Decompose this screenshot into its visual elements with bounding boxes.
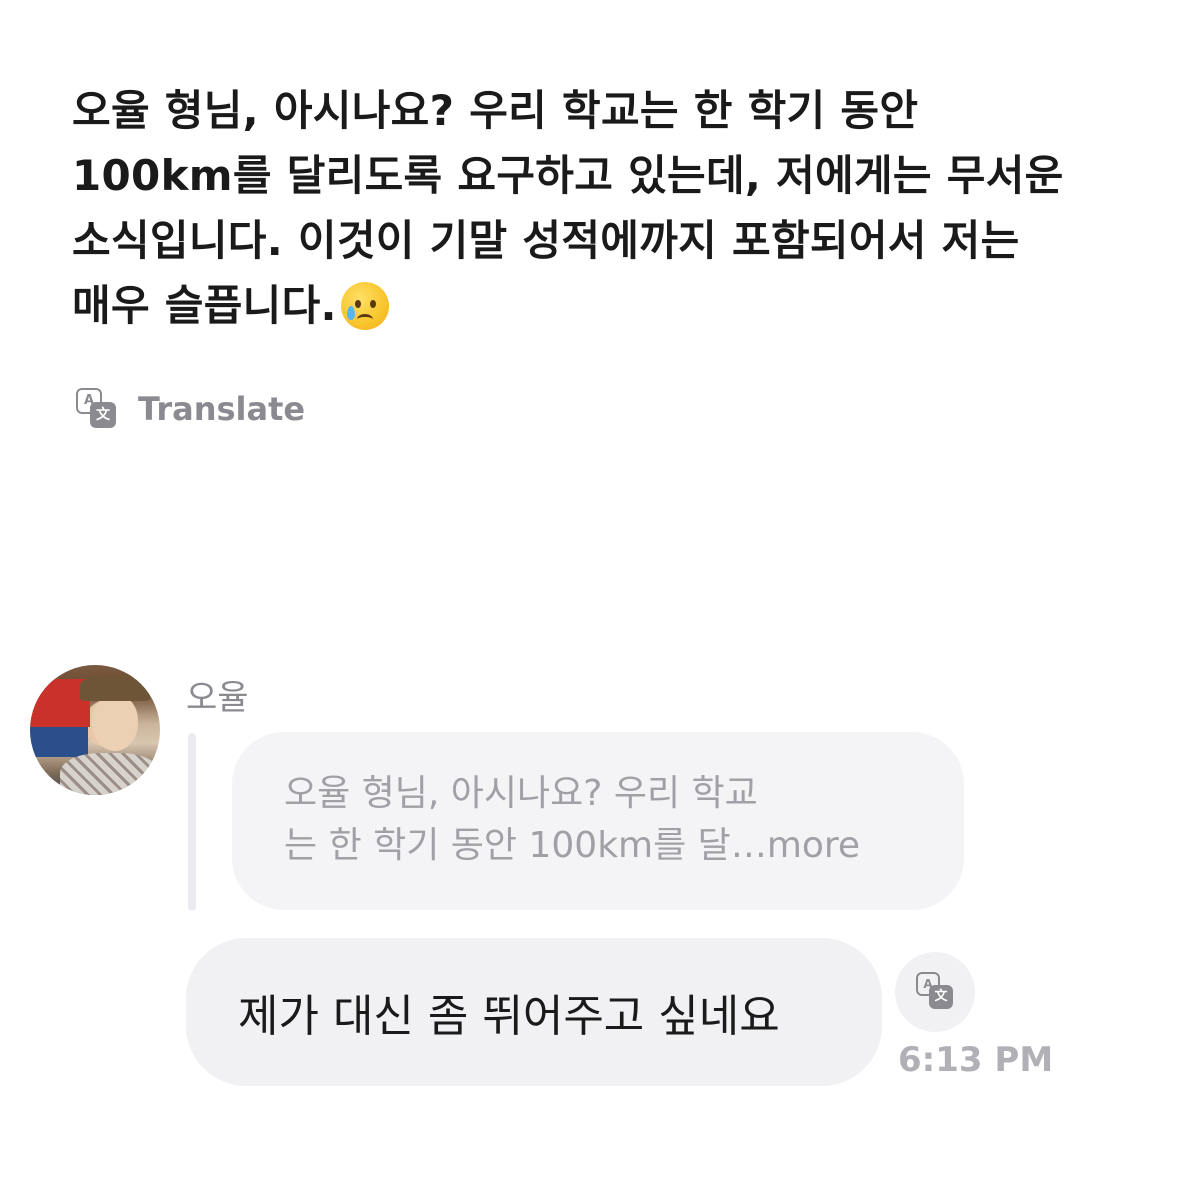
quoted-line-last: 는 한 학기 동안 100km를 달…more: [284, 820, 924, 872]
post-line-last: 매우 슬픕니다.: [72, 273, 1142, 338]
message-timestamp: 6:13 PM: [898, 1040, 1054, 1080]
translate-button[interactable]: A 文 Translate: [76, 388, 305, 430]
quote-ellipsis: …: [730, 825, 767, 866]
chat-screen: 오율 형님, 아시나요? 우리 학교는 한 학기 동안 100km를 달리도록 …: [0, 0, 1200, 1200]
post-line: 오율 형님, 아시나요? 우리 학교는 한 학기 동안: [72, 86, 919, 135]
translate-icon: A 文: [76, 388, 118, 430]
message-text: 제가 대신 좀 뛰어주고 싶네요: [238, 991, 780, 1042]
post-line: 소식입니다. 이것이 기말 성적에까지 포함되어서 저는: [72, 216, 1020, 265]
more-link[interactable]: more: [767, 825, 860, 866]
post-line: 100km를 달리도록 요구하고 있는데, 저에게는 무서운: [72, 151, 1064, 200]
translate-label: Translate: [138, 390, 306, 428]
quote-indicator-bar: [188, 733, 196, 911]
sender-name: 오율: [186, 678, 249, 718]
quoted-message-bubble[interactable]: 오율 형님, 아시나요? 우리 학교 는 한 학기 동안 100km를 달…mo…: [232, 732, 964, 910]
post-text: 오율 형님, 아시나요? 우리 학교는 한 학기 동안 100km를 달리도록 …: [72, 78, 1142, 338]
quoted-line: 는 한 학기 동안 100km를 달: [284, 825, 731, 866]
crying-face-icon: [340, 282, 389, 330]
quoted-line: 오율 형님, 아시나요? 우리 학교: [284, 773, 758, 814]
message-bubble[interactable]: 제가 대신 좀 뛰어주고 싶네요: [186, 938, 882, 1086]
avatar[interactable]: [30, 665, 160, 795]
post-line: 매우 슬픕니다.: [72, 281, 337, 330]
message-translate-button[interactable]: A 文: [895, 952, 975, 1032]
